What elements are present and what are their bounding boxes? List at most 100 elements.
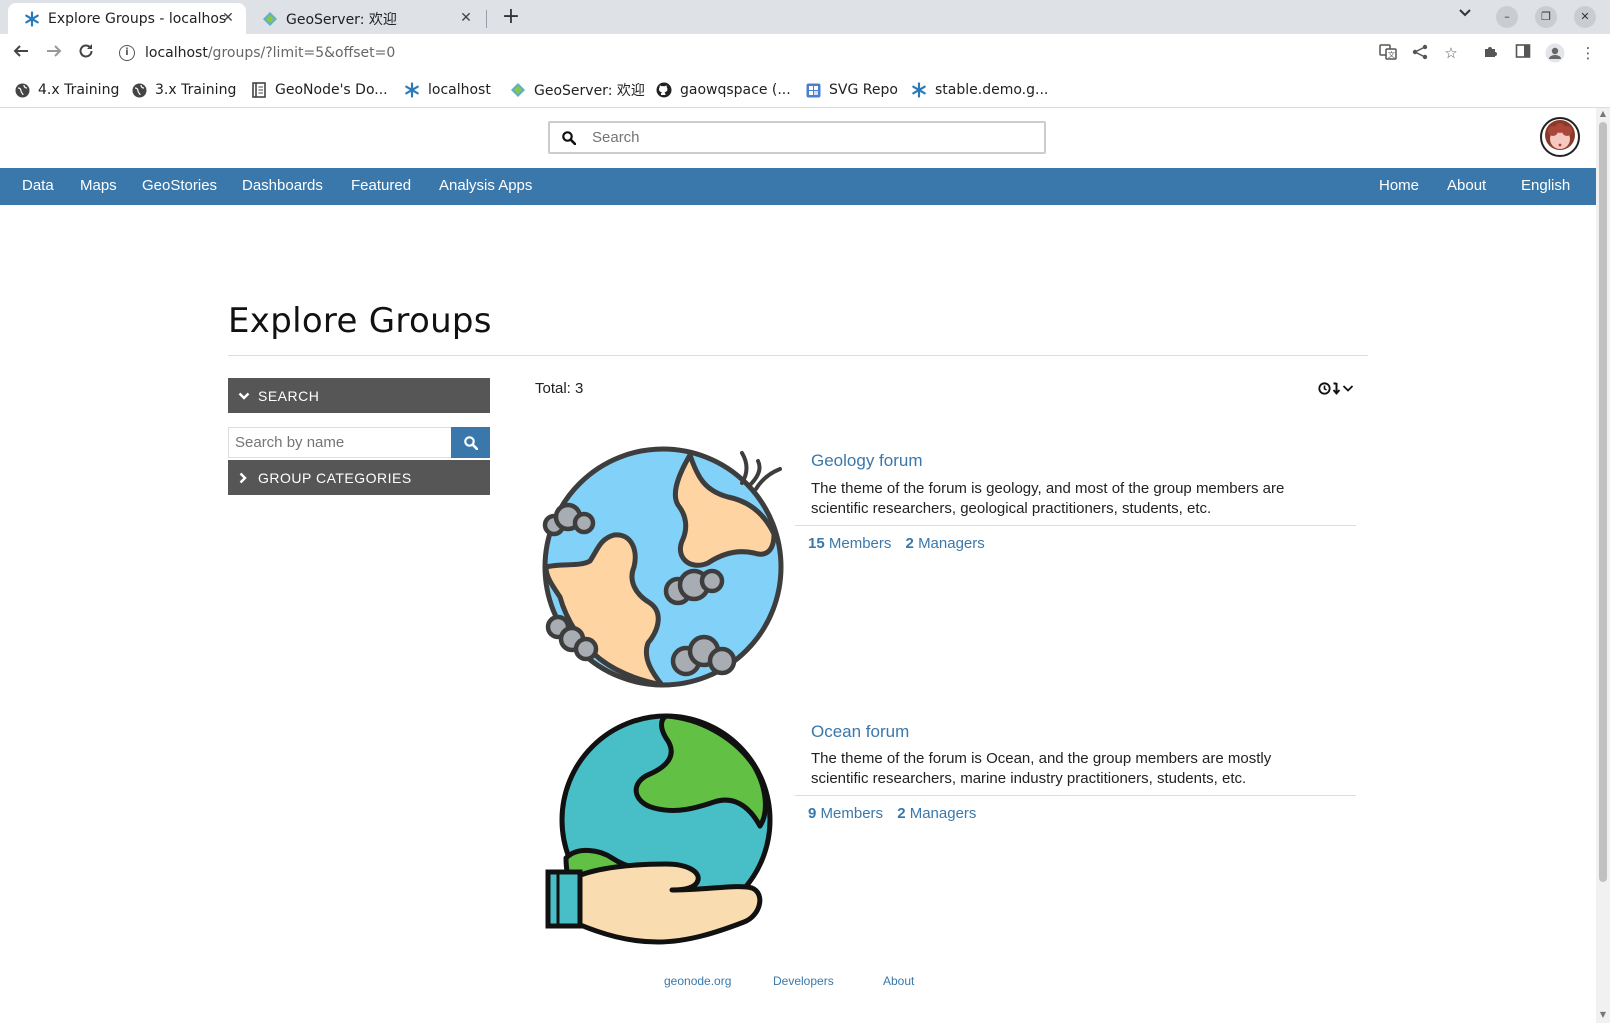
nav-maps[interactable]: Maps <box>80 177 117 194</box>
name-search-form <box>228 427 490 458</box>
chevron-down-icon <box>238 391 250 401</box>
nav-about[interactable]: About <box>1447 177 1486 194</box>
members-link[interactable]: 9 Members <box>808 805 883 822</box>
close-window-button[interactable]: ✕ <box>1574 6 1596 28</box>
group-stats: 15 Members 2 Managers <box>808 535 995 552</box>
bookmark-localhost[interactable]: localhost <box>404 80 491 100</box>
reload-button[interactable] <box>75 42 97 64</box>
site-info-icon[interactable]: i <box>119 45 135 61</box>
search-facet-toggle[interactable]: SEARCH <box>228 378 490 413</box>
github-icon <box>656 82 672 98</box>
card-divider <box>795 795 1356 796</box>
nav-language[interactable]: English <box>1521 177 1570 194</box>
nav-analysis-apps[interactable]: Analysis Apps <box>439 177 532 194</box>
geoserver-icon <box>510 82 526 98</box>
minimize-button[interactable]: – <box>1496 6 1518 28</box>
bookmarks-bar: 4.x Training 3.x Training GeoNode's Do..… <box>0 72 1610 108</box>
translate-icon[interactable]: 文 <box>1378 43 1398 63</box>
user-avatar[interactable] <box>1540 117 1580 157</box>
members-link[interactable]: 15 Members <box>808 535 891 552</box>
title-divider <box>228 355 1368 356</box>
sort-dropdown[interactable] <box>1318 382 1354 395</box>
group-name-link[interactable]: Ocean forum <box>811 722 909 742</box>
managers-link[interactable]: 2 Managers <box>906 535 985 552</box>
back-button[interactable] <box>10 42 32 64</box>
page-viewport: Data Maps GeoStories Dashboards Featured… <box>0 108 1610 1023</box>
group-categories-label: GROUP CATEGORIES <box>258 469 412 486</box>
address-url: localhost/groups/?limit=5&offset=0 <box>145 45 396 61</box>
chevron-down-icon <box>1342 385 1354 392</box>
bookmark-github[interactable]: gaowqspace (... <box>656 80 791 100</box>
bookmark-stable-demo[interactable]: stable.demo.g... <box>911 80 1048 100</box>
scroll-down-icon[interactable]: ▼ <box>1599 1011 1607 1019</box>
group-description: The theme of the forum is Ocean, and the… <box>811 750 1272 787</box>
site-search-box[interactable] <box>548 121 1046 154</box>
geonode-icon <box>911 82 927 98</box>
scroll-up-icon[interactable]: ▲ <box>1599 110 1607 118</box>
nav-dashboards[interactable]: Dashboards <box>242 177 323 194</box>
main-navbar: Data Maps GeoStories Dashboards Featured… <box>0 168 1596 205</box>
chevron-right-icon <box>238 472 250 484</box>
tab-title: GeoServer: 欢迎 <box>286 11 397 28</box>
site-header <box>0 108 1596 168</box>
side-panel-icon[interactable] <box>1513 43 1533 63</box>
clock-icon <box>1318 382 1331 395</box>
nav-featured[interactable]: Featured <box>351 177 411 194</box>
bookmark-svg-repo[interactable]: SVG Repo <box>805 80 898 100</box>
site-search-input[interactable] <box>592 129 1032 146</box>
bookmark-3x-training[interactable]: 3.x Training <box>131 80 236 100</box>
profile-icon[interactable] <box>1545 43 1565 63</box>
group-categories-toggle[interactable]: GROUP CATEGORIES <box>228 460 490 495</box>
group-stats: 9 Members 2 Managers <box>808 805 986 822</box>
restore-button[interactable]: ❐ <box>1535 6 1557 28</box>
globe-icon <box>131 82 147 98</box>
geoserver-icon <box>262 11 278 27</box>
bookmark-geoserver[interactable]: GeoServer: 欢迎 <box>510 80 645 100</box>
ocean-earth-hand-image[interactable] <box>538 710 792 964</box>
extensions-icon[interactable] <box>1481 43 1501 63</box>
nav-home[interactable]: Home <box>1379 177 1419 194</box>
search-facet-label: SEARCH <box>258 387 320 404</box>
group-name-link[interactable]: Geology forum <box>811 451 923 471</box>
browser-tabstrip: Explore Groups - localhost ✕ GeoServer: … <box>0 0 1610 34</box>
svgrepo-icon <box>805 82 821 98</box>
tab-search-chevron-icon[interactable] <box>1458 7 1472 22</box>
name-search-button[interactable] <box>451 427 490 458</box>
tab-title: Explore Groups - localhost <box>48 10 226 27</box>
site-footer: geonode.org Developers About <box>0 974 1596 1004</box>
search-by-name-input[interactable] <box>228 427 451 458</box>
sort-descending-icon <box>1332 382 1341 395</box>
forward-button[interactable] <box>43 42 65 64</box>
globe-icon <box>14 82 30 98</box>
tab-divider <box>486 10 487 28</box>
geonode-icon <box>24 10 40 27</box>
nav-data[interactable]: Data <box>22 177 54 194</box>
close-tab-icon[interactable]: ✕ <box>220 10 236 26</box>
new-tab-button[interactable]: + <box>498 5 524 31</box>
page-scrollbar[interactable]: ▲ ▼ <box>1596 108 1610 1023</box>
bookmark-star-icon[interactable]: ☆ <box>1441 43 1461 63</box>
doc-icon <box>251 82 267 98</box>
svg-text:文: 文 <box>1388 50 1395 59</box>
geonode-icon <box>404 82 420 98</box>
page-title: Explore Groups <box>228 301 492 341</box>
scrollbar-thumb[interactable] <box>1599 122 1607 882</box>
footer-developers-link[interactable]: Developers <box>773 974 834 988</box>
managers-link[interactable]: 2 Managers <box>897 805 976 822</box>
search-icon <box>562 130 576 145</box>
search-icon <box>463 435 478 450</box>
address-bar[interactable]: i localhost/groups/?limit=5&offset=0 <box>108 37 1396 69</box>
tab-explore-groups[interactable]: Explore Groups - localhost ✕ <box>8 3 246 34</box>
nav-geostories[interactable]: GeoStories <box>142 177 217 194</box>
share-icon[interactable] <box>1410 43 1430 63</box>
bookmark-geonode-docs[interactable]: GeoNode's Do... <box>251 80 388 100</box>
tab-geoserver[interactable]: GeoServer: 欢迎 ✕ <box>246 3 484 34</box>
bookmark-4x-training[interactable]: 4.x Training <box>14 80 119 100</box>
browser-toolbar: i localhost/groups/?limit=5&offset=0 文 ☆… <box>0 34 1610 72</box>
results-total: Total: 3 <box>535 380 584 397</box>
browser-menu-icon[interactable]: ⋮ <box>1578 43 1598 63</box>
geology-earth-image[interactable] <box>538 439 792 693</box>
close-tab-icon[interactable]: ✕ <box>458 10 474 26</box>
footer-geonode-link[interactable]: geonode.org <box>664 974 731 988</box>
footer-about-link[interactable]: About <box>883 974 914 988</box>
